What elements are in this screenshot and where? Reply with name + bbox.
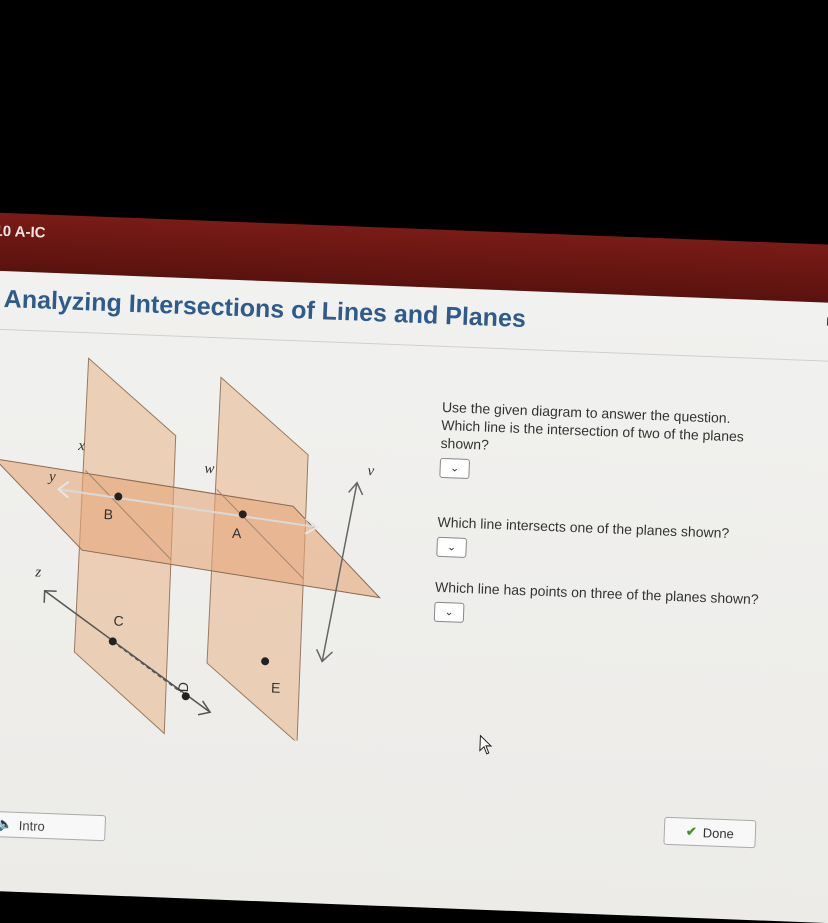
chevron-down-icon: ⌄ (444, 606, 454, 619)
speaker-icon: 🔈 (0, 816, 14, 832)
question-3-text: Which line has points on three of the pl… (434, 578, 759, 608)
label-d: D (175, 682, 191, 693)
label-v: v (367, 463, 375, 479)
checkmark-icon: ✔ (685, 823, 698, 839)
page-title: Analyzing Intersections of Lines and Pla… (3, 285, 527, 334)
label-c: C (113, 612, 124, 628)
question-intro: Use the given diagram to answer the ques… (439, 398, 772, 491)
course-code: 10 A-IC (0, 222, 46, 242)
content-area: En Analyzing Intersections of Lines and … (0, 269, 828, 923)
chevron-down-icon: ⌄ (446, 541, 457, 554)
question-1-dropdown[interactable]: ⌄ (439, 457, 471, 479)
intro-button[interactable]: 🔈 Intro (0, 810, 107, 842)
chevron-down-icon: ⌄ (449, 462, 460, 475)
label-x: x (77, 438, 86, 454)
label-w: w (204, 461, 215, 477)
question-3: Which line has points on three of the pl… (433, 578, 775, 635)
planes-diagram: B A C D E x y w v z (0, 357, 382, 744)
question-2-dropdown[interactable]: ⌄ (436, 536, 468, 558)
question-2-text: Which line intersects one of the planes … (437, 513, 730, 542)
done-label: Done (702, 824, 735, 841)
label-e: E (271, 680, 281, 696)
question-2: Which line intersects one of the planes … (436, 513, 777, 570)
question-3-dropdown[interactable]: ⌄ (433, 601, 465, 623)
label-a: A (232, 525, 243, 541)
done-button[interactable]: ✔ Done (663, 816, 757, 849)
mouse-cursor-icon (479, 734, 493, 755)
point-d (181, 692, 190, 701)
label-z: z (34, 564, 42, 580)
intro-label: Intro (18, 817, 46, 834)
label-b: B (103, 506, 113, 522)
screen: 10 A-IC En Analyzing Intersections of Li… (0, 190, 828, 923)
horizontal-plane (0, 458, 382, 599)
